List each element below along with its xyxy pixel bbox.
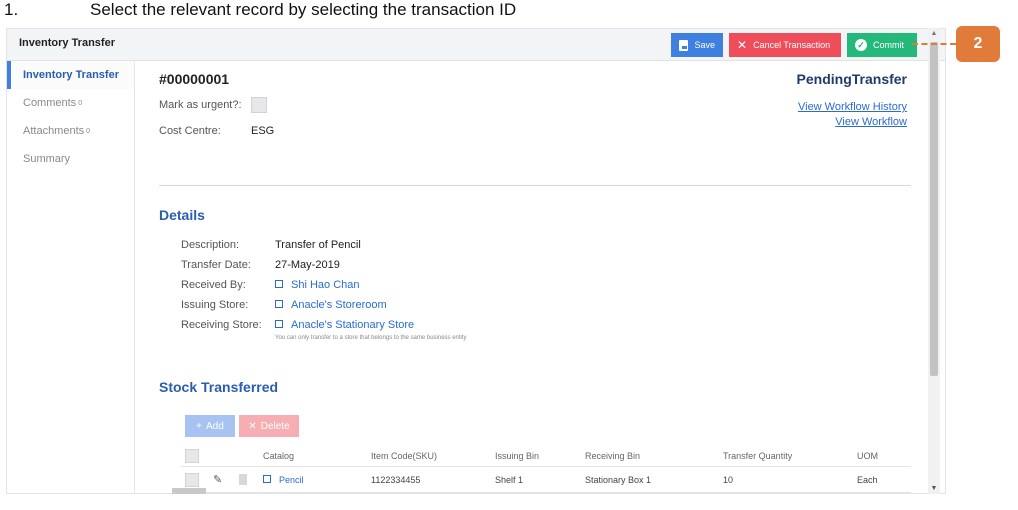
- received-by-value: Shi Hao Chan: [291, 279, 360, 291]
- top-toolbar: Inventory Transfer Save ✕ Cancel Transac…: [7, 29, 945, 61]
- stock-transferred-title: Stock Transferred: [159, 379, 279, 395]
- scroll-down-arrow-icon[interactable]: ▼: [928, 485, 940, 492]
- urgent-label: Mark as urgent?:: [159, 99, 242, 111]
- horizontal-scrollbar-thumb[interactable]: [172, 488, 206, 494]
- sidebar-item-label: Comments: [23, 97, 77, 109]
- scroll-up-arrow-icon[interactable]: ▲: [928, 30, 940, 37]
- plus-icon: +: [196, 420, 203, 432]
- urgent-field: Mark as urgent?:: [159, 97, 267, 113]
- scrollbar-thumb[interactable]: [930, 42, 938, 376]
- description-label: Description:: [181, 239, 240, 251]
- column-header: Issuing Bin: [495, 451, 540, 461]
- description-value: Transfer of Pencil: [275, 239, 361, 251]
- description-row: Description: Transfer of Pencil: [181, 239, 361, 251]
- add-label: Add: [206, 420, 224, 432]
- attachments-count: 0: [86, 127, 91, 135]
- select-all-checkbox[interactable]: [185, 449, 199, 463]
- sku-value: 1122334455: [371, 475, 421, 485]
- receiving-bin-value: Stationary Box 1: [585, 475, 652, 485]
- quantity-value: 10: [723, 475, 734, 485]
- sidebar-item-inventory-transfer[interactable]: Inventory Transfer: [7, 61, 134, 89]
- vertical-scrollbar[interactable]: ▲ ▼: [928, 28, 940, 494]
- delete-button[interactable]: ✕ Delete: [239, 415, 299, 437]
- receiving-store-label: Receiving Store:: [181, 319, 262, 331]
- urgent-checkbox[interactable]: [251, 97, 267, 113]
- external-link-icon: [263, 475, 271, 483]
- catalog-value: Pencil: [279, 475, 304, 485]
- catalog-link[interactable]: Pencil: [263, 475, 304, 485]
- sidebar-item-comments[interactable]: Comments 0: [7, 89, 134, 117]
- cost-centre-value: ESG: [251, 125, 275, 137]
- uom-value: Each: [857, 475, 878, 485]
- column-header: Catalog: [263, 451, 295, 461]
- record-id[interactable]: #00000001: [159, 71, 229, 87]
- view-workflow-history-link[interactable]: View Workflow History: [798, 101, 907, 113]
- column-header: Transfer Quantity: [723, 451, 793, 461]
- sidebar-item-attachments[interactable]: Attachments 0: [7, 117, 134, 145]
- external-link-icon: [275, 320, 283, 328]
- main-content: #00000001 PendingTransfer Mark as urgent…: [159, 61, 929, 493]
- external-link-icon: [275, 280, 283, 288]
- instruction-number: 1.: [4, 0, 19, 19]
- save-label: Save: [694, 40, 715, 50]
- cost-centre-label: Cost Centre:: [159, 125, 221, 137]
- receiving-store-row: Receiving Store: Anacle's Stationary Sto…: [181, 319, 414, 331]
- app-title: Inventory Transfer: [19, 37, 115, 49]
- trash-icon[interactable]: [239, 474, 247, 485]
- instruction-text: 1. Select the relevant record by selectin…: [4, 0, 516, 22]
- column-header: UOM: [857, 451, 878, 461]
- add-button[interactable]: + Add: [185, 415, 235, 437]
- column-header: Item Code(SKU): [371, 451, 438, 461]
- receiving-store-hint: You can only transfer to a store that be…: [275, 335, 467, 341]
- table-header: Catalog Item Code(SKU) Issuing Bin Recei…: [181, 445, 911, 467]
- issuing-store-label: Issuing Store:: [181, 299, 249, 311]
- received-by-row: Received By: Shi Hao Chan: [181, 279, 360, 291]
- transfer-date-label: Transfer Date:: [181, 259, 251, 271]
- save-button[interactable]: Save: [671, 33, 723, 57]
- instruction-body: Select the relevant record by selecting …: [90, 0, 517, 19]
- floppy-disk-icon: [679, 39, 689, 51]
- close-icon: ✕: [737, 38, 748, 52]
- received-by-link[interactable]: Shi Hao Chan: [275, 279, 360, 291]
- transfer-date-row: Transfer Date: 27-May-2019: [181, 259, 340, 271]
- check-circle-icon: ✓: [855, 39, 867, 51]
- step-callout: 2: [956, 26, 1000, 62]
- transfer-date-value: 27-May-2019: [275, 259, 340, 271]
- divider: [159, 185, 911, 186]
- cost-centre-field: Cost Centre: ESG: [159, 125, 274, 137]
- commit-label: Commit: [873, 40, 904, 50]
- sidebar-item-label: Attachments: [23, 125, 85, 137]
- delete-label: Delete: [260, 420, 290, 432]
- comments-count: 0: [78, 99, 83, 107]
- cancel-transaction-button[interactable]: ✕ Cancel Transaction: [729, 33, 841, 57]
- issuing-bin-value: Shelf 1: [495, 475, 524, 485]
- pencil-icon[interactable]: ✎: [213, 473, 222, 486]
- issuing-store-value: Anacle's Storeroom: [291, 299, 387, 311]
- sidebar: Inventory Transfer Comments 0 Attachments…: [7, 61, 135, 493]
- receiving-store-link[interactable]: Anacle's Stationary Store: [275, 319, 414, 331]
- column-header: Receiving Bin: [585, 451, 641, 461]
- cancel-label: Cancel Transaction: [753, 40, 831, 50]
- table-row[interactable]: ✎ Pencil 1122334455 Shelf 1 Stationary B…: [181, 469, 911, 493]
- sidebar-item-label: Summary: [23, 153, 71, 165]
- issuing-store-row: Issuing Store: Anacle's Storeroom: [181, 299, 387, 311]
- sidebar-item-summary[interactable]: Summary: [7, 145, 134, 173]
- received-by-label: Received By:: [181, 279, 246, 291]
- view-workflow-link[interactable]: View Workflow: [835, 116, 907, 128]
- details-title: Details: [159, 207, 205, 223]
- external-link-icon: [275, 300, 283, 308]
- status-badge: PendingTransfer: [796, 71, 907, 87]
- row-checkbox[interactable]: [185, 473, 199, 487]
- close-icon: ✕: [248, 420, 257, 432]
- app-window: Inventory Transfer Save ✕ Cancel Transac…: [6, 28, 946, 494]
- sidebar-item-label: Inventory Transfer: [23, 69, 119, 81]
- callout-connector: [912, 43, 956, 45]
- issuing-store-link[interactable]: Anacle's Storeroom: [275, 299, 387, 311]
- receiving-store-value: Anacle's Stationary Store: [291, 319, 415, 331]
- commit-button[interactable]: ✓ Commit: [847, 33, 917, 57]
